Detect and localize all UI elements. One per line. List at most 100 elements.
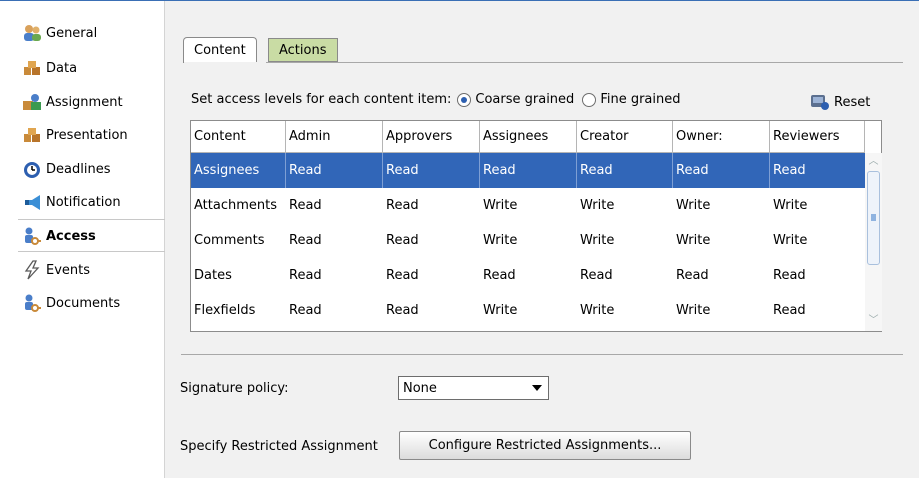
sidebar-item-label: General: [46, 25, 98, 41]
sidebar-item-label: Access: [46, 228, 96, 244]
sidebar-item-label: Events: [46, 262, 91, 278]
key-person-icon: [22, 293, 42, 313]
column-header-assignees[interactable]: Assignees: [480, 121, 577, 153]
table-cell[interactable]: Write: [480, 293, 577, 328]
table-cell[interactable]: Read: [286, 153, 383, 188]
table-cell[interactable]: Write: [480, 188, 577, 223]
column-header-approvers[interactable]: Approvers: [383, 121, 480, 153]
table-cell: Assignees: [191, 153, 286, 188]
restricted-assignment-label: Specify Restricted Assignment: [180, 439, 378, 454]
sidebar-item-label: Data: [46, 60, 78, 76]
table-cell[interactable]: Read: [286, 258, 383, 293]
table-cell[interactable]: Read: [383, 153, 480, 188]
sidebar-item-notification[interactable]: Notification: [22, 188, 121, 216]
table-cell: Comments: [194, 233, 265, 248]
people-icon: [22, 23, 42, 43]
table-cell[interactable]: Read: [383, 258, 480, 293]
table-cell[interactable]: Write: [673, 223, 770, 258]
table-row[interactable]: Flexfields Read Read Write Write Write R…: [191, 293, 865, 328]
table-cell[interactable]: Read: [673, 153, 770, 188]
tab-label: Actions: [279, 42, 327, 58]
sidebar-item-label: Notification: [46, 194, 121, 210]
table-cell[interactable]: Read: [383, 223, 480, 258]
table-row[interactable]: Attachments Read Read Write Write Write …: [191, 188, 865, 223]
tab-content[interactable]: Content: [183, 37, 257, 63]
column-header-admin[interactable]: Admin: [286, 121, 383, 153]
column-header-owner[interactable]: Owner:: [673, 121, 770, 153]
sidebar-selection-top: [18, 219, 165, 220]
table-cell[interactable]: Read: [286, 293, 383, 328]
table-cell[interactable]: Write: [577, 188, 673, 223]
fine-grained-label[interactable]: Fine grained: [600, 92, 680, 107]
access-instruction: Set access levels for each content item:: [191, 92, 452, 107]
sidebar-item-events[interactable]: Events: [22, 256, 90, 284]
sidebar-item-deadlines[interactable]: Deadlines: [22, 155, 110, 183]
table-cell[interactable]: Read: [577, 258, 673, 293]
key-person-icon: [22, 226, 42, 246]
tab-strip-line: [183, 62, 903, 63]
table-cell[interactable]: Read: [770, 293, 865, 328]
scroll-up-icon[interactable]: ︿: [868, 156, 879, 167]
scrollbar-grip: [871, 214, 876, 221]
table-cell[interactable]: Write: [673, 188, 770, 223]
table-row[interactable]: Comments Read Read Write Write Write Wri…: [191, 223, 865, 258]
sidebar-item-presentation[interactable]: Presentation: [22, 121, 128, 149]
table-cell[interactable]: Write: [770, 188, 865, 223]
reset-label: Reset: [834, 94, 871, 110]
boxes-icon: [22, 125, 42, 145]
table-cell: Dates: [194, 268, 232, 283]
sidebar-item-label: Presentation: [46, 127, 128, 143]
column-header-creator[interactable]: Creator: [577, 121, 673, 153]
table-cell: Flexfields: [194, 303, 256, 318]
tab-actions[interactable]: Actions: [268, 38, 338, 62]
sidebar-item-label: Documents: [46, 295, 121, 311]
assignment-icon: [22, 92, 42, 112]
coarse-grained-radio[interactable]: [457, 92, 472, 107]
table-cell[interactable]: Read: [480, 153, 577, 188]
table-row[interactable]: Assignees Read Read Read Read Read Read: [191, 153, 865, 188]
sidebar-item-documents[interactable]: Documents: [22, 289, 120, 317]
access-level-row: Set access levels for each content item:…: [191, 92, 681, 107]
table-header: Content Admin Approvers Assignees Creato…: [191, 121, 865, 153]
signature-policy-label: Signature policy:: [180, 381, 289, 396]
table-cell[interactable]: Read: [673, 258, 770, 293]
table-cell[interactable]: Write: [577, 293, 673, 328]
signature-policy-select[interactable]: None: [398, 376, 549, 400]
configure-restricted-assignments-button[interactable]: Configure Restricted Assignments...: [399, 431, 691, 460]
sidebar-item-label: Deadlines: [46, 161, 111, 177]
scrollbar-thumb[interactable]: [867, 171, 880, 265]
table-cell[interactable]: Write: [480, 223, 577, 258]
tab-label: Content: [194, 43, 246, 58]
lightning-icon: [22, 260, 42, 280]
table-cell[interactable]: Read: [286, 223, 383, 258]
sidebar-item-data[interactable]: Data: [22, 54, 77, 82]
table-cell[interactable]: Read: [383, 188, 480, 223]
sidebar-item-general[interactable]: General: [22, 19, 97, 47]
table-cell[interactable]: Read: [770, 258, 865, 293]
table-cell[interactable]: Write: [577, 223, 673, 258]
fine-grained-radio[interactable]: [582, 92, 597, 107]
table-cell[interactable]: Write: [770, 223, 865, 258]
sidebar-selection-bottom: [18, 251, 165, 252]
dropdown-arrow-icon: [532, 385, 542, 391]
table-cell[interactable]: Read: [286, 188, 383, 223]
table-cell[interactable]: Read: [383, 293, 480, 328]
column-header-content[interactable]: Content: [191, 121, 286, 153]
reset-button[interactable]: Reset: [810, 93, 870, 111]
table-row[interactable]: Dates Read Read Read Read Read Read: [191, 258, 865, 293]
table-cell[interactable]: Read: [480, 258, 577, 293]
sidebar-item-label: Assignment: [46, 94, 123, 110]
sidebar-item-assignment[interactable]: Assignment: [22, 88, 123, 116]
scroll-down-icon[interactable]: ﹀: [868, 315, 879, 326]
signature-policy-value: None: [403, 380, 437, 396]
table-cell[interactable]: Read: [577, 153, 673, 188]
coarse-grained-label[interactable]: Coarse grained: [475, 92, 574, 107]
tab-strip-cover: [184, 62, 266, 63]
table-cell[interactable]: Write: [673, 293, 770, 328]
column-header-reviewers[interactable]: Reviewers: [770, 121, 865, 153]
table-vertical-scrollbar[interactable]: ︿ ﹀: [865, 153, 882, 331]
sidebar: General Data Assignment Presentation Dea…: [0, 1, 165, 478]
sidebar-item-access[interactable]: Access: [22, 222, 96, 250]
table-cell: Attachments: [194, 198, 277, 213]
table-cell[interactable]: Read: [770, 153, 865, 188]
